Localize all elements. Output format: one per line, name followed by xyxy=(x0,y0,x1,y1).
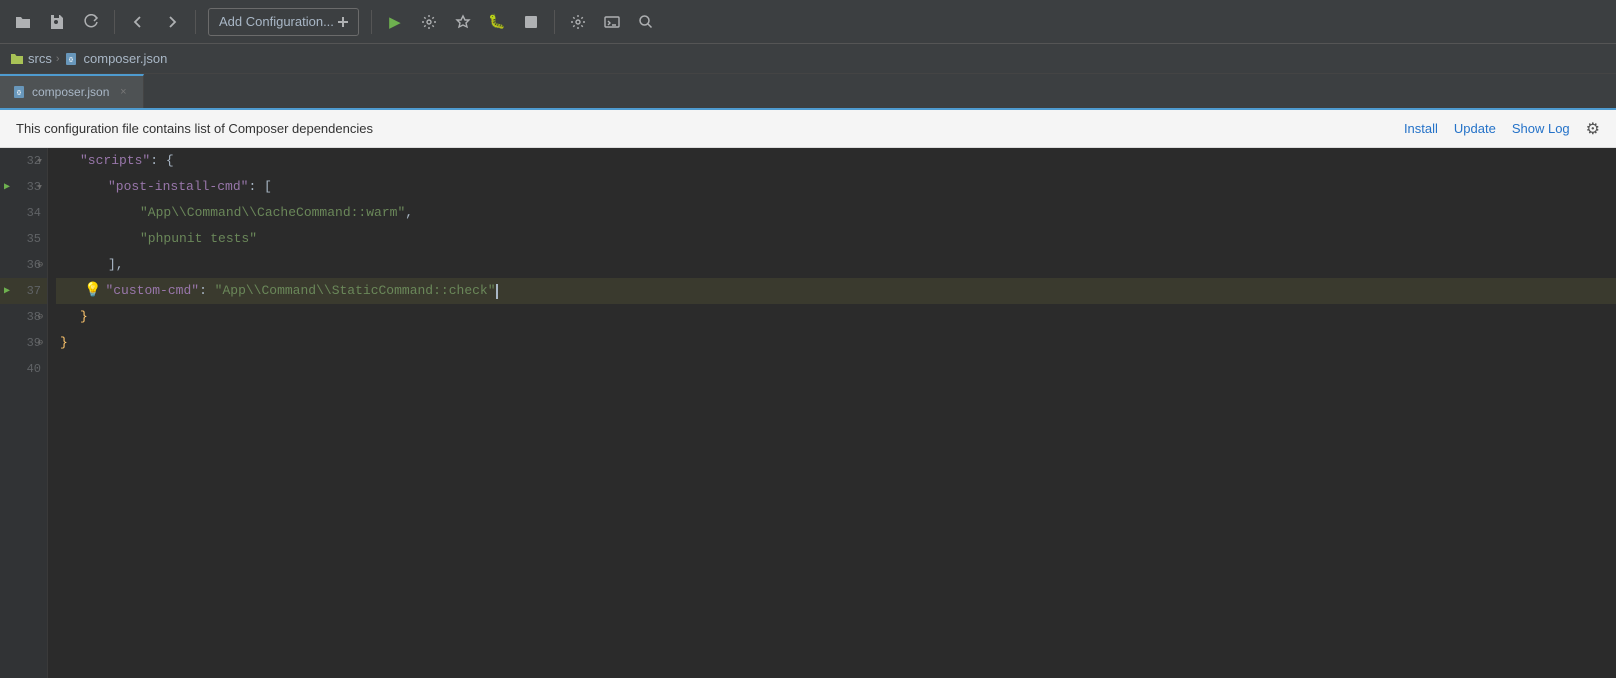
code-line-33: "post-install-cmd": [ xyxy=(56,174,1616,200)
line-number-35: 35 xyxy=(0,226,47,252)
install-link[interactable]: Install xyxy=(1404,121,1438,136)
separator-3 xyxy=(371,10,372,34)
line-number-32: 32 ▾ xyxy=(0,148,47,174)
line-numbers-gutter: 32 ▾ ▶ 33 ▾ 34 35 36 ⊖ ▶ 37 38 ⊖ xyxy=(0,148,48,678)
forward-button[interactable] xyxy=(157,7,187,37)
separator-1 xyxy=(114,10,115,34)
line-number-37: ▶ 37 xyxy=(0,278,47,304)
coverage-button[interactable] xyxy=(448,7,478,37)
bulb-icon[interactable]: 💡 xyxy=(84,278,101,304)
tab-composer-json[interactable]: {} composer.json × xyxy=(0,74,144,108)
add-configuration-button[interactable]: Add Configuration... xyxy=(208,8,359,36)
code-line-36: ], xyxy=(56,252,1616,278)
debug-run-button[interactable]: 🐛 xyxy=(482,7,512,37)
run-marker-37[interactable]: ▶ xyxy=(4,285,10,297)
editor: 32 ▾ ▶ 33 ▾ 34 35 36 ⊖ ▶ 37 38 ⊖ xyxy=(0,148,1616,678)
gear-icon[interactable]: ⚙ xyxy=(1586,119,1600,139)
fold-marker-33[interactable]: ▾ xyxy=(36,180,43,194)
line-number-34: 34 xyxy=(0,200,47,226)
line-number-39: 39 ⊖ xyxy=(0,330,47,356)
line-number-40: 40 xyxy=(0,356,47,382)
refresh-button[interactable] xyxy=(76,7,106,37)
line-number-36: 36 ⊖ xyxy=(0,252,47,278)
info-bar: This configuration file contains list of… xyxy=(0,110,1616,148)
run-terminal-button[interactable] xyxy=(597,7,627,37)
tab-bar: {} composer.json × xyxy=(0,74,1616,110)
code-line-34: "App\\Command\\CacheCommand::warm", xyxy=(56,200,1616,226)
cursor xyxy=(496,284,498,299)
info-message: This configuration file contains list of… xyxy=(16,121,1392,136)
code-line-39: } xyxy=(56,330,1616,356)
back-button[interactable] xyxy=(123,7,153,37)
breadcrumb: srcs › {} composer.json xyxy=(0,44,1616,74)
stop-button[interactable] xyxy=(516,7,546,37)
show-log-link[interactable]: Show Log xyxy=(1512,121,1570,136)
update-link[interactable]: Update xyxy=(1454,121,1496,136)
code-line-38: } xyxy=(56,304,1616,330)
fold-marker-38: ⊖ xyxy=(38,312,43,322)
fold-marker-32[interactable]: ▾ xyxy=(36,154,43,168)
line-number-33: ▶ 33 ▾ xyxy=(0,174,47,200)
code-line-37: 💡 "custom-cmd": "App\\Command\\StaticCom… xyxy=(56,278,1616,304)
fold-marker-39: ⊖ xyxy=(38,338,43,348)
run-button[interactable]: ▶ xyxy=(380,7,410,37)
code-editor[interactable]: "scripts": { "post-install-cmd": [ "App\… xyxy=(48,148,1616,678)
fold-marker-36: ⊖ xyxy=(38,260,43,270)
toolbar: Add Configuration... ▶ 🐛 xyxy=(0,0,1616,44)
code-line-35: "phpunit tests" xyxy=(56,226,1616,252)
tab-file-icon: {} xyxy=(12,85,26,99)
breadcrumb-file: composer.json xyxy=(84,51,168,66)
open-folder-button[interactable] xyxy=(8,7,38,37)
tab-label: composer.json xyxy=(32,85,109,99)
svg-text:{}: {} xyxy=(17,90,21,96)
run-marker-33[interactable]: ▶ xyxy=(4,181,10,193)
code-line-32: "scripts": { xyxy=(56,148,1616,174)
tab-close-button[interactable]: × xyxy=(115,84,131,100)
breadcrumb-root[interactable]: srcs xyxy=(28,51,52,66)
add-config-label: Add Configuration... xyxy=(219,14,334,29)
line-number-38: 38 ⊖ xyxy=(0,304,47,330)
file-icon: {} xyxy=(64,52,78,66)
info-actions: Install Update Show Log ⚙ xyxy=(1404,119,1600,139)
separator-2 xyxy=(195,10,196,34)
svg-text:{}: {} xyxy=(69,57,73,63)
build-button[interactable] xyxy=(414,7,444,37)
breadcrumb-separator: › xyxy=(56,53,60,65)
save-button[interactable] xyxy=(42,7,72,37)
separator-4 xyxy=(554,10,555,34)
code-line-40 xyxy=(56,356,1616,382)
search-button[interactable] xyxy=(631,7,661,37)
folder-icon xyxy=(10,52,24,66)
settings-button[interactable] xyxy=(563,7,593,37)
